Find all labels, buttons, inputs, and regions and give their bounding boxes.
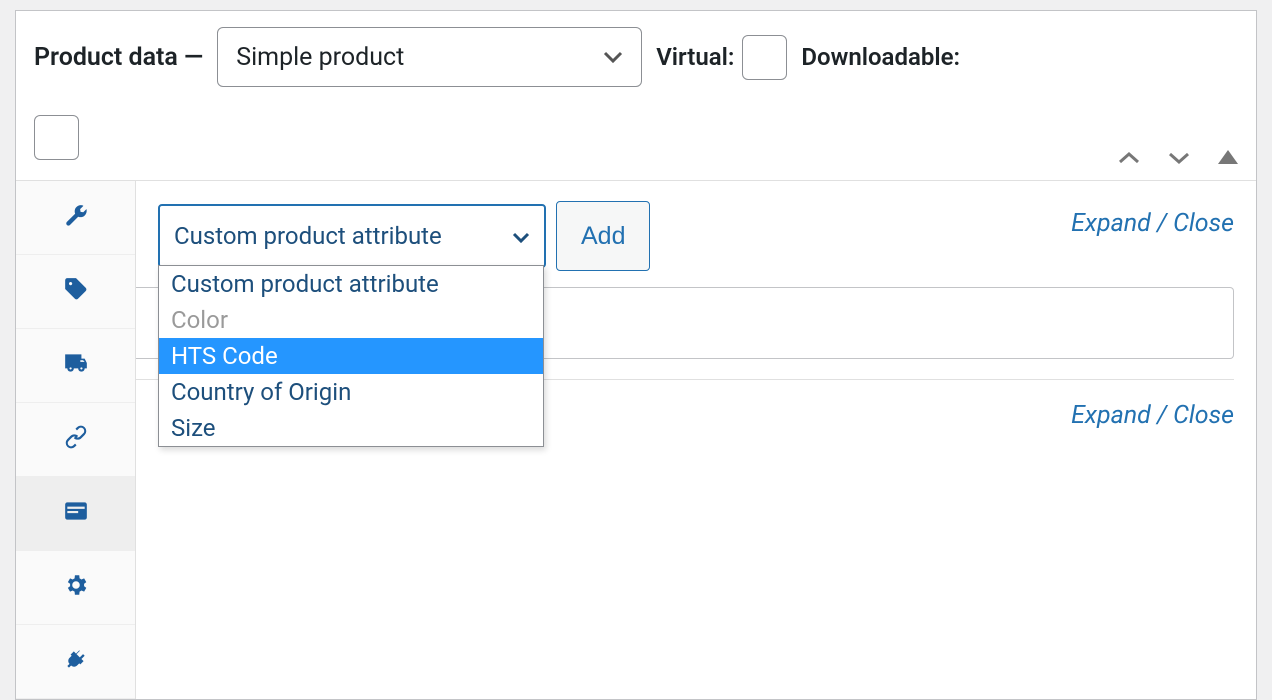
panel-header: Product data — Simple product Virtual: D… xyxy=(16,11,1256,181)
link-icon xyxy=(63,424,89,456)
product-type-select[interactable]: Simple product xyxy=(217,27,642,87)
move-down-icon[interactable] xyxy=(1168,150,1190,166)
product-type-value: Simple product xyxy=(236,43,404,72)
tag-icon xyxy=(63,276,89,308)
wrench-icon xyxy=(63,202,89,234)
downloadable-group: Downloadable: xyxy=(801,43,960,71)
toggle-panel-icon[interactable] xyxy=(1218,150,1238,166)
panel-body: Custom product attribute Add Expand / Cl… xyxy=(16,181,1256,699)
attribute-select[interactable]: Custom product attribute xyxy=(158,204,546,268)
tab-advanced[interactable] xyxy=(16,551,135,625)
attribute-option[interactable]: HTS Code xyxy=(159,338,543,374)
virtual-checkbox[interactable] xyxy=(742,35,787,80)
chevron-down-icon xyxy=(512,222,530,250)
expand-close-link-top[interactable]: Expand / Close xyxy=(1071,209,1234,238)
tab-shipping[interactable] xyxy=(16,329,135,403)
attribute-option[interactable]: Country of Origin xyxy=(159,374,543,410)
virtual-group: Virtual: xyxy=(656,35,787,80)
product-tabs xyxy=(16,181,136,699)
attribute-select-value: Custom product attribute xyxy=(174,222,442,250)
expand-close-link-bottom[interactable]: Expand / Close xyxy=(1071,401,1234,430)
virtual-label: Virtual: xyxy=(656,43,734,71)
tab-linked[interactable] xyxy=(16,403,135,477)
plug-icon xyxy=(63,646,89,678)
gear-icon xyxy=(63,572,89,604)
attribute-option: Color xyxy=(159,302,543,338)
product-data-panel: Product data — Simple product Virtual: D… xyxy=(15,10,1257,700)
product-data-label: Product data — xyxy=(34,43,203,72)
panel-header-controls xyxy=(1118,150,1238,166)
downloadable-label: Downloadable: xyxy=(801,43,960,71)
attributes-content: Custom product attribute Add Expand / Cl… xyxy=(136,181,1256,699)
chevron-down-icon xyxy=(603,45,623,69)
downloadable-checkbox[interactable] xyxy=(34,115,79,160)
attribute-option[interactable]: Size xyxy=(159,410,543,446)
attribute-option[interactable]: Custom product attribute xyxy=(159,266,543,302)
tab-attributes[interactable] xyxy=(16,477,135,551)
tab-general[interactable] xyxy=(16,181,135,255)
truck-icon xyxy=(63,350,89,382)
attribute-dropdown: Custom product attributeColorHTS CodeCou… xyxy=(158,265,544,447)
add-button[interactable]: Add xyxy=(556,201,650,271)
tab-getmore[interactable] xyxy=(16,625,135,699)
card-icon xyxy=(63,498,89,530)
tab-inventory[interactable] xyxy=(16,255,135,329)
move-up-icon[interactable] xyxy=(1118,150,1140,166)
